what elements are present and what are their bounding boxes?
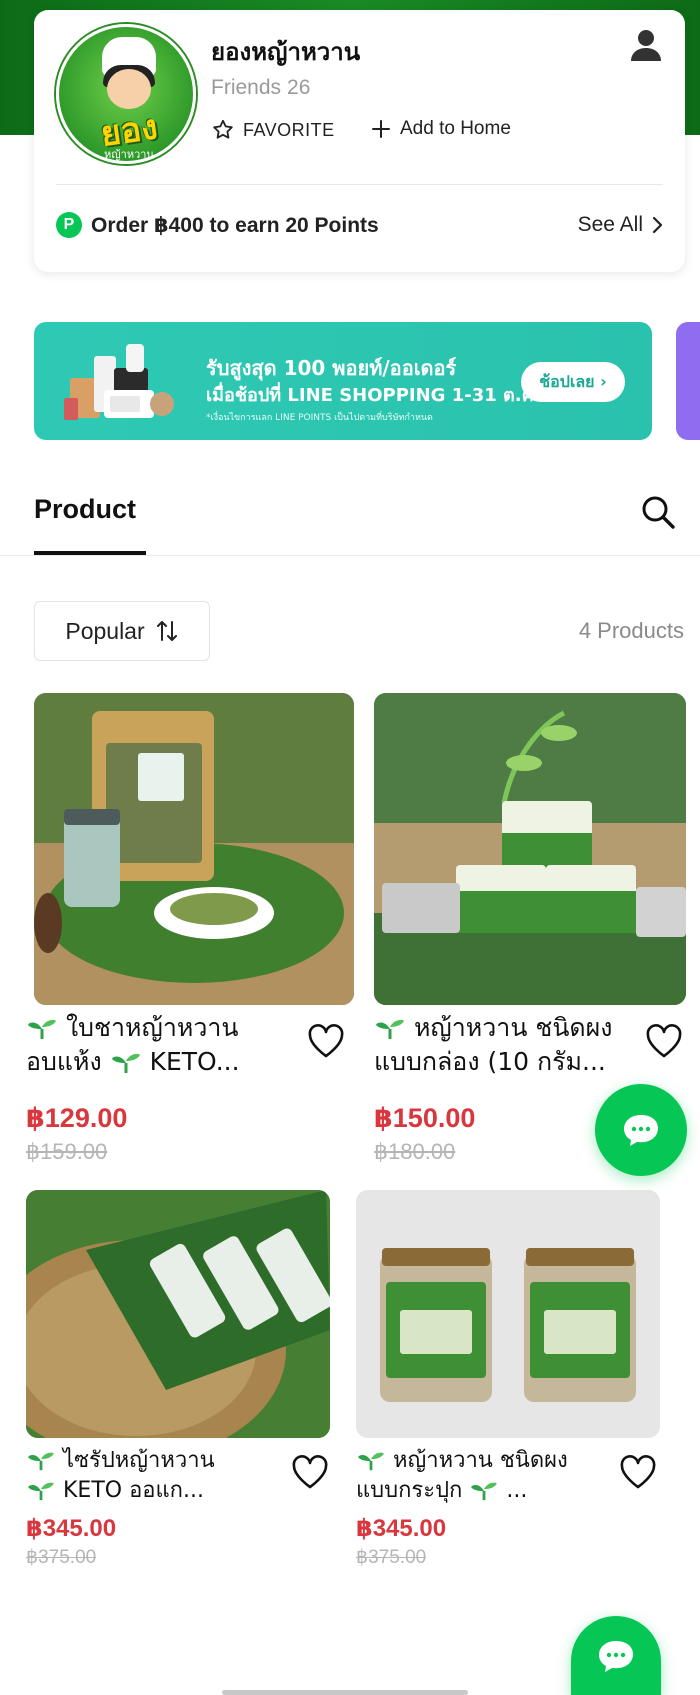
sort-button[interactable]: Popular (34, 601, 210, 661)
promo-banner[interactable]: รับสูงสุด 100 พอยท์/ออเดอร์ เมื่อช้อปที่… (34, 322, 652, 440)
tab-divider (0, 555, 700, 556)
sort-icon (156, 621, 177, 641)
sprout-icon (358, 1452, 384, 1471)
product-image[interactable] (374, 693, 686, 1005)
user-icon[interactable] (629, 28, 663, 62)
product-original-price: ฿375.00 (356, 1547, 427, 1568)
product-title-line2: KETO ออแก... (63, 1478, 204, 1503)
product-count: 4 Products (578, 618, 684, 643)
favorite-button[interactable]: FAVORITE (211, 118, 335, 142)
banner-subheadline: เมื่อช้อปที่ LINE SHOPPING 1-31 ต.ค. 64 (206, 385, 572, 406)
product-price: ฿150.00 (374, 1103, 476, 1133)
heart-icon[interactable] (306, 1023, 346, 1059)
product-title: ไซรัปหญ้าหวาน KETO ออแก... (26, 1446, 215, 1506)
sprout-icon (28, 1019, 56, 1039)
product-title: ใบชาหญ้าหวาน อบแห้ง KETO... (26, 1011, 240, 1079)
product-title: หญ้าหวาน ชนิดผง แบบกล่อง (10 กรัม... (374, 1011, 613, 1079)
chevron-right-icon (652, 216, 663, 234)
friends-number: 26 (287, 76, 311, 99)
product-price: ฿345.00 (356, 1515, 447, 1542)
friends-label: Friends (211, 76, 282, 99)
favorite-label: FAVORITE (243, 119, 335, 140)
chat-icon (624, 1115, 658, 1146)
add-to-home-button[interactable]: Add to Home (370, 118, 511, 140)
sprout-icon (376, 1019, 404, 1039)
product-title-line2: แบบกล่อง (10 กรัม... (374, 1047, 606, 1076)
banner-footnote: *เงื่อนไขการแลก LINE POINTS เป็นไปตามที่… (206, 413, 433, 423)
shop-profile-card: ยอง หญ้าหวาน ยองหญ้าหวาน Friends 26 FAVOR… (34, 10, 685, 272)
friends-count: Friends 26 (211, 76, 316, 100)
sprout-icon (28, 1482, 54, 1501)
search-icon[interactable] (640, 494, 676, 530)
banner-shop-now-button[interactable]: ช้อปเลย › (521, 362, 625, 402)
sort-label: Popular (65, 617, 145, 644)
product-original-price: ฿180.00 (374, 1139, 456, 1164)
product-image[interactable] (26, 1190, 330, 1438)
heart-icon[interactable] (618, 1454, 658, 1490)
product-price: ฿345.00 (26, 1515, 117, 1542)
shop-name: ยองหญ้าหวาน (211, 38, 361, 66)
shop-logo[interactable]: ยอง หญ้าหวาน (56, 24, 196, 164)
home-indicator[interactable] (222, 1690, 468, 1695)
product-title-tail: ... (506, 1478, 528, 1503)
chat-button[interactable] (595, 1084, 687, 1176)
points-badge-icon: P (56, 212, 82, 238)
see-all-link[interactable]: See All (578, 213, 663, 237)
add-to-home-label: Add to Home (400, 118, 511, 139)
next-banner-peek[interactable] (676, 322, 700, 440)
product-title-line1: ไซรัปหญ้าหวาน (63, 1448, 215, 1473)
heart-icon[interactable] (290, 1454, 330, 1490)
sprout-icon (28, 1452, 54, 1471)
product-title-line1: ใบชาหญ้าหวาน (65, 1013, 239, 1042)
points-text: Order ฿400 to earn 20 Points (91, 213, 379, 237)
tab-product[interactable]: Product (34, 494, 136, 525)
sprout-icon (471, 1482, 498, 1501)
shopping-items-illustration (64, 344, 174, 420)
product-title-line2: อบแห้ง (26, 1047, 102, 1076)
product-title-tail: KETO... (149, 1047, 240, 1076)
card-divider (56, 184, 663, 185)
product-image[interactable] (356, 1190, 660, 1438)
product-title-line1: หญ้าหวาน ชนิดผง (413, 1013, 613, 1042)
product-image[interactable] (34, 693, 354, 1005)
product-original-price: ฿375.00 (26, 1547, 97, 1568)
product-price: ฿129.00 (26, 1103, 128, 1133)
chat-button[interactable] (571, 1616, 661, 1695)
chat-icon (599, 1640, 633, 1672)
product-title-line1: หญ้าหวาน ชนิดผง (393, 1448, 568, 1473)
plus-icon (372, 120, 390, 138)
heart-icon[interactable] (644, 1023, 684, 1059)
points-row[interactable]: P Order ฿400 to earn 20 Points See All (56, 210, 663, 240)
logo-subtext: หญ้าหวาน (104, 149, 154, 161)
product-title-line2: แบบกระปุก (356, 1478, 463, 1503)
product-title: หญ้าหวาน ชนิดผง แบบกระปุก ... (356, 1446, 568, 1506)
sprout-icon (111, 1053, 140, 1073)
star-icon (213, 119, 233, 139)
product-original-price: ฿159.00 (26, 1139, 108, 1164)
see-all-label: See All (577, 213, 643, 236)
